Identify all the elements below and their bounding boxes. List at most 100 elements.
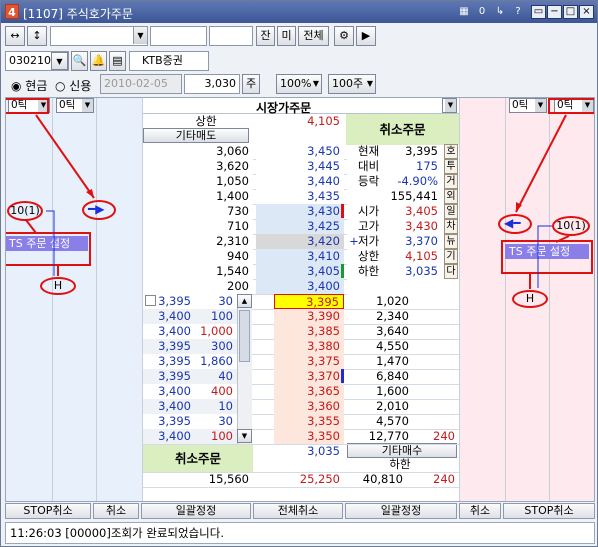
shares-select[interactable]: 100주 ▼ [328,74,376,94]
maximize-button[interactable]: □ [563,5,578,19]
layout-icon[interactable]: ▦ [457,5,471,19]
expand-h-button[interactable]: ↔ [5,26,25,46]
restore-icon[interactable]: ▭ [531,5,546,19]
balance-button[interactable]: 잔 [256,26,275,46]
info-side-button[interactable]: 외 [444,189,458,204]
info-side-button[interactable]: 투 [444,159,458,174]
other-sell-button[interactable]: 기타매도 [143,128,249,143]
search-icon[interactable]: 🔍 [71,51,88,71]
right-tick-highlight [548,98,594,114]
buy-price[interactable]: 3,370 [274,369,344,384]
credit-radio[interactable]: ○ 신용 [55,77,91,94]
stop-cancel-left[interactable]: STOP취소 [5,503,91,519]
buy-qty: 1,470 [376,354,409,368]
scroll-down-icon[interactable]: ▼ [237,429,252,443]
row-divider [143,444,459,445]
info-side-button[interactable]: 거 [444,174,458,189]
buy-price[interactable]: 3,365 [274,384,344,399]
high-marker [341,204,344,218]
date-input[interactable]: 2010-02-05 [100,74,182,94]
bell-icon[interactable]: 🔔 [90,51,107,71]
sell-price[interactable]: 3,400 [256,279,344,294]
combo-input-1[interactable]: ▼ [50,26,148,46]
grid-icon[interactable] [145,295,156,306]
scroll-thumb[interactable] [239,310,250,362]
buy-left-price: 3,395 [143,414,195,429]
plus-icon: + [349,234,359,248]
scroll-up-icon[interactable]: ▲ [237,294,252,308]
sell-price[interactable]: 3,430 [256,204,344,219]
info-side-button[interactable]: 기 [444,249,458,264]
buy-price[interactable]: 3,360 [274,399,344,414]
cancel-right[interactable]: 취소 [459,503,501,519]
help-icon[interactable]: ? [511,5,525,19]
other-buy-button[interactable]: 기타매수 [347,443,457,458]
zero-icon[interactable]: 0 [475,5,489,19]
sell-price[interactable]: 3,435 [256,189,344,204]
percent-select[interactable]: 100% ▼ [276,74,322,94]
pending-button[interactable]: 미 [277,26,296,46]
buy-left-price: 3,395 [143,339,195,354]
buy-price[interactable]: 3,350 [274,429,344,444]
info-side-button[interactable]: 일 [444,204,458,219]
minimize-button[interactable]: − [547,5,562,19]
buy-price[interactable]: 3,390 [274,309,344,324]
qty-input[interactable]: 3,030 [184,74,240,94]
sell-price[interactable]: 3,450 [256,144,344,159]
sum-mid: 25,250 [299,472,340,486]
sell-qty: 940 [143,249,253,264]
stop-cancel-right[interactable]: STOP취소 [503,503,595,519]
info-side-button[interactable]: 호 [444,144,458,159]
combo-input-3[interactable] [209,26,253,46]
sell-price[interactable]: 3,410 [256,249,344,264]
combo-input-2[interactable] [150,26,207,46]
cancel-all-button[interactable]: 전체취소 [253,503,343,519]
link-icon[interactable]: ↳ [493,5,507,19]
right-ts-order-setting[interactable]: TS 주문 설정 [505,244,589,259]
left-ts-order-setting[interactable]: TS 주문 설정 [6,236,88,251]
expand-v-button[interactable]: ↕ [27,26,47,46]
market-order-dropdown[interactable]: ▼ [442,98,457,113]
left-tick-select-2[interactable]: 0틱 ▼ [56,98,94,113]
sell-price[interactable]: 3,425 [256,219,344,234]
sell-qty: 3,060 [143,144,253,159]
settings-icon[interactable]: ⚙ [334,26,354,46]
info-side-button[interactable]: 다 [444,264,458,279]
info-value: -4.90% [397,174,438,188]
info-side-button[interactable]: 차 [444,219,458,234]
sell-price[interactable]: 3,445 [256,159,344,174]
buy-left-qty: 100 [195,429,237,444]
sell-qty: 200 [143,279,253,294]
batch-modify-right[interactable]: 일괄정정 [345,503,457,519]
export-icon[interactable]: ▶ [356,26,376,46]
all-button[interactable]: 전체 [298,26,329,46]
buy-left-price: 3,400 [143,309,195,324]
cash-radio[interactable]: ◉ 현금 [11,77,47,94]
buy-price[interactable]: 3,395 [274,294,344,309]
cancel-order-top[interactable]: 취소주문 [346,114,459,145]
buy-qty: 4,550 [376,339,409,353]
buy-left-qty: 40 [195,369,237,384]
code-dropdown-icon[interactable]: ▼ [51,52,68,70]
buy-price[interactable]: 3,385 [274,324,344,339]
buy-left-qty: 1,000 [195,324,237,339]
close-button[interactable]: × [579,5,594,19]
lower-limit-value: 3,035 [307,444,340,458]
buy-extra: 240 [433,429,455,443]
sell-price[interactable]: 3,420 [256,234,344,249]
buy-left-qty: 400 [195,384,237,399]
buy-price[interactable]: 3,380 [274,339,344,354]
cancel-left[interactable]: 취소 [93,503,139,519]
sell-price[interactable]: 3,405 [256,264,344,279]
info-side-button[interactable]: 뉴 [444,234,458,249]
batch-modify-left[interactable]: 일괄정정 [141,503,251,519]
unit-button[interactable]: 주 [242,74,260,94]
buy-price[interactable]: 3,355 [274,414,344,429]
sell-price[interactable]: 3,440 [256,174,344,189]
sum-left: 15,560 [208,472,249,486]
right-tick-select-1[interactable]: 0틱 ▼ [509,98,547,113]
favorite-icon[interactable]: ▤ [109,51,126,71]
cancel-order-bottom[interactable]: 취소주문 [143,444,253,473]
buy-qty: 4,570 [376,414,409,428]
buy-price[interactable]: 3,375 [274,354,344,369]
